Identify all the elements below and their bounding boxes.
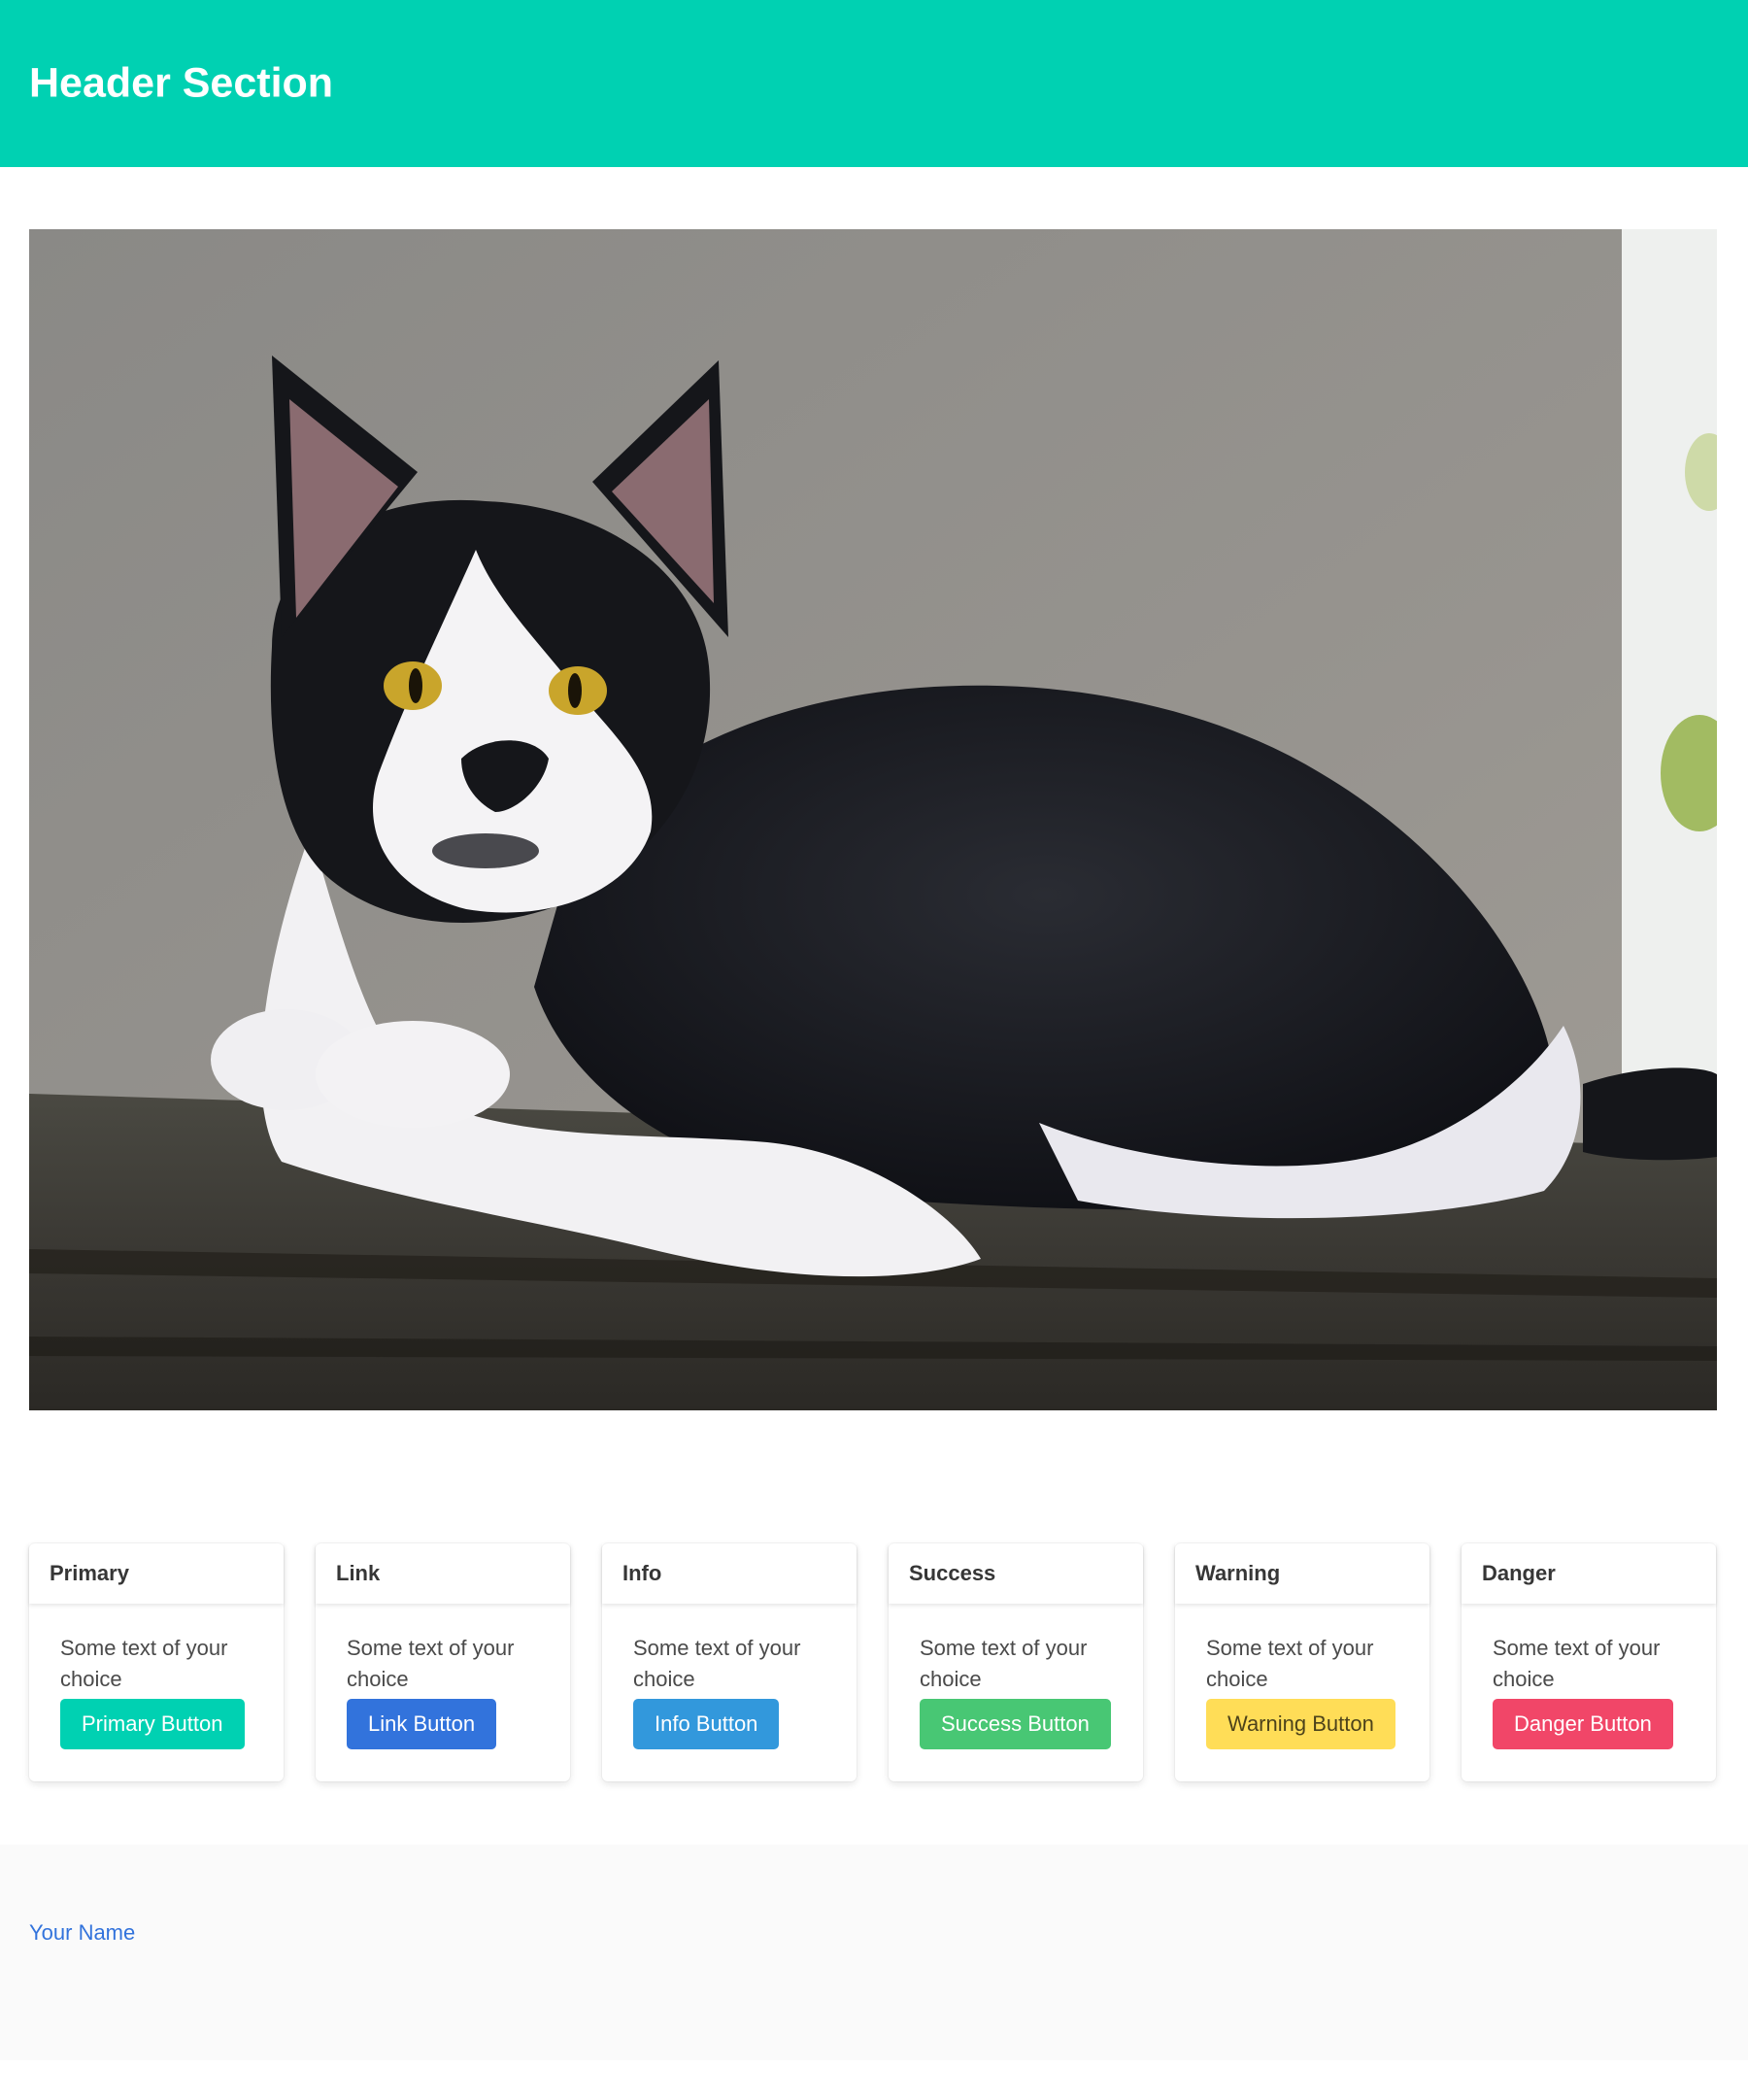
- card-info: Info Some text of your choice Info Button: [602, 1543, 857, 1781]
- link-button[interactable]: Link Button: [347, 1699, 497, 1749]
- card-text: Some text of your choice: [1206, 1636, 1374, 1691]
- card-header: Primary: [29, 1543, 284, 1604]
- hero-image: [29, 229, 1717, 1410]
- footer-name-link[interactable]: Your Name: [29, 1920, 135, 1946]
- header-section: Header Section: [0, 0, 1748, 167]
- info-button[interactable]: Info Button: [633, 1699, 780, 1749]
- card-success: Success Some text of your choice Success B…: [889, 1543, 1143, 1781]
- card-text: Some text of your choice: [633, 1636, 801, 1691]
- warning-button[interactable]: Warning Button: [1206, 1699, 1395, 1749]
- card-title: Success: [909, 1561, 996, 1585]
- card-header: Danger: [1462, 1543, 1716, 1604]
- cat-photo: [29, 229, 1717, 1410]
- card-header: Success: [889, 1543, 1143, 1604]
- card-danger: Danger Some text of your choice Danger But…: [1462, 1543, 1716, 1781]
- danger-button[interactable]: Danger Button: [1493, 1699, 1673, 1749]
- card-header: Info: [602, 1543, 857, 1604]
- page-title: Header Section: [29, 59, 334, 107]
- card-text: Some text of your choice: [60, 1636, 228, 1691]
- card-title: Primary: [50, 1561, 129, 1585]
- success-button[interactable]: Success Button: [920, 1699, 1111, 1749]
- card-title: Info: [622, 1561, 662, 1585]
- card-header: Warning: [1175, 1543, 1429, 1604]
- primary-button[interactable]: Primary Button: [60, 1699, 245, 1749]
- card-link: Link Some text of your choice Link Button: [316, 1543, 570, 1781]
- card-title: Danger: [1482, 1561, 1556, 1585]
- card-text: Some text of your choice: [347, 1636, 515, 1691]
- card-title: Link: [336, 1561, 381, 1585]
- card-warning: Warning Some text of your choice Warning B…: [1175, 1543, 1429, 1781]
- card-grid: Primary Some text of your choice Primary B…: [29, 1543, 1717, 1781]
- card-text: Some text of your choice: [1493, 1636, 1661, 1691]
- card-text: Some text of your choice: [920, 1636, 1088, 1691]
- card-title: Warning: [1195, 1561, 1281, 1585]
- card-header: Link: [316, 1543, 570, 1604]
- card-primary: Primary Some text of your choice Primary B…: [29, 1543, 284, 1781]
- footer: Your Name: [0, 1845, 1748, 2060]
